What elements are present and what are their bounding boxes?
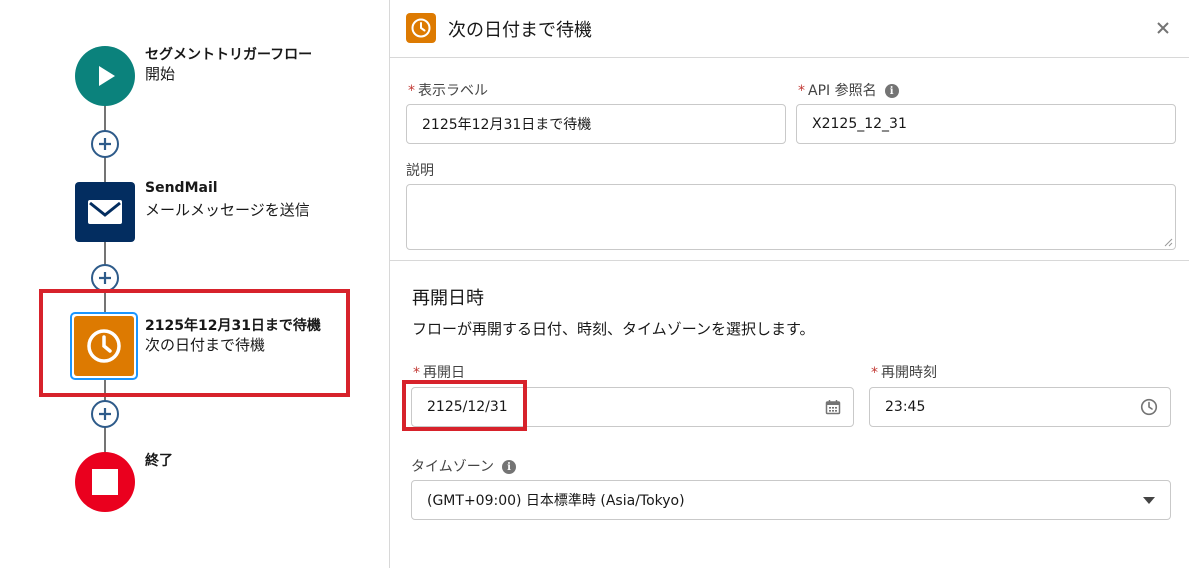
sendmail-node-title: SendMail [145,180,218,196]
api-name-input-value: X2125_12_31 [812,116,907,132]
clock-icon [1140,398,1158,416]
add-element-button[interactable] [91,130,119,158]
resize-handle-icon[interactable] [1163,237,1173,247]
resume-section-title: 再開日時 [412,288,484,309]
flow-canvas: セグメントトリガーフロー 開始 SendMail メールメッセージを送信 212… [0,0,390,568]
plus-icon [99,272,111,284]
wait-node-icon[interactable] [70,312,138,380]
timezone-label: タイムゾーン i [411,456,517,476]
resume-time-label: * 再開時刻 [871,362,937,382]
plus-icon [99,408,111,420]
calendar-button[interactable] [825,399,841,415]
add-element-button[interactable] [91,264,119,292]
sendmail-node-icon[interactable] [75,182,135,242]
plus-icon [99,138,111,150]
description-textarea[interactable] [406,184,1176,250]
resume-date-label-text: 再開日 [423,365,465,381]
date-highlight [402,380,527,431]
envelope-icon [88,200,122,224]
calendar-icon [825,400,841,415]
dropdown-arrow-icon [1143,497,1155,504]
resume-time-input[interactable]: 23:45 [869,387,1171,427]
required-marker: * [871,365,878,381]
sendmail-node-subtitle: メールメッセージを送信 [145,201,310,219]
clock-icon [87,329,121,363]
start-node-title: セグメントトリガーフロー [145,47,313,63]
info-icon[interactable]: i [884,84,899,98]
start-node-icon[interactable] [75,46,135,106]
required-marker: * [798,83,805,99]
label-field-label-text: 表示ラベル [418,83,488,99]
wait-node-title: 2125年12月31日まで待機 [145,318,321,334]
panel-title: 次の日付まで待機 [448,20,592,41]
start-node-subtitle: 開始 [145,65,176,83]
properties-panel: 次の日付まで待機 * 表示ラベル 2125年12月31日まで待機 * API 参照名… [390,0,1189,568]
timezone-dropdown-toggle[interactable] [1142,495,1156,505]
resume-section-description: フローが再開する日付、時刻、タイムゾーンを選択します。 [412,320,815,338]
end-node-title: 終了 [145,453,173,469]
timezone-label-text: タイムゾーン [411,459,495,475]
description-field-label: 説明 [406,163,434,179]
header-icon [406,13,436,43]
close-icon [1157,22,1169,34]
clock-icon [411,18,431,38]
info-icon[interactable]: i [502,460,517,474]
play-icon [99,66,115,86]
required-marker: * [408,83,415,99]
label-input[interactable]: 2125年12月31日まで待機 [406,104,786,144]
panel-header: 次の日付まで待機 [390,0,1189,58]
end-node-icon[interactable] [75,452,135,512]
label-field-label: * 表示ラベル [408,80,488,100]
api-name-field-label-text: API 参照名 [808,83,877,99]
section-divider [390,260,1189,261]
timezone-value: (GMT+09:00) 日本標準時 (Asia/Tokyo) [427,493,685,509]
resume-time-value: 23:45 [885,399,926,415]
required-marker: * [413,365,420,381]
stop-icon [92,469,118,495]
resume-time-label-text: 再開時刻 [881,365,937,381]
api-name-input[interactable]: X2125_12_31 [796,104,1176,144]
add-element-button[interactable] [91,400,119,428]
wait-node-icon-fill [74,316,134,376]
timezone-select[interactable]: (GMT+09:00) 日本標準時 (Asia/Tokyo) [411,480,1171,520]
wait-node-subtitle: 次の日付まで待機 [145,336,266,354]
time-picker-button[interactable] [1140,398,1158,416]
resume-date-label: * 再開日 [413,362,465,382]
close-button[interactable] [1153,18,1173,38]
api-name-field-label: * API 参照名 i [798,80,899,100]
label-input-value: 2125年12月31日まで待機 [422,117,592,133]
